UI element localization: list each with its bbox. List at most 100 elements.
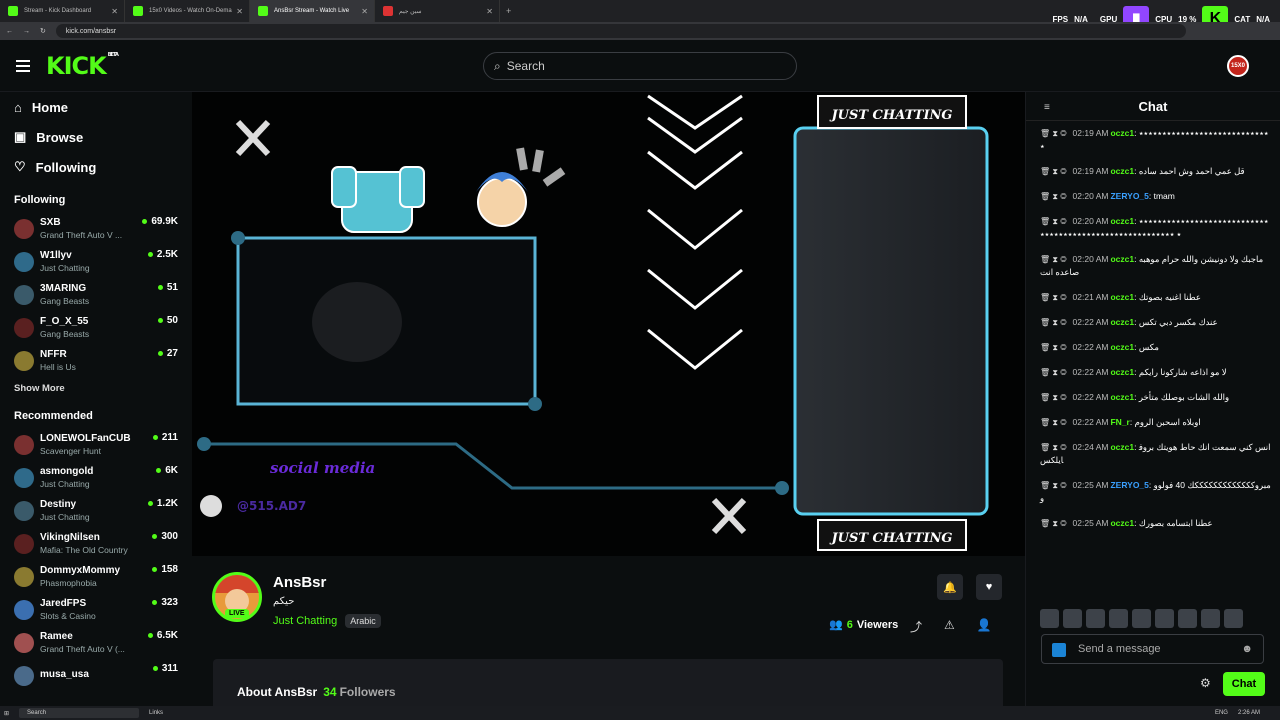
- nav-following[interactable]: ♡ Following: [14, 152, 192, 182]
- send-chat-button[interactable]: Chat: [1223, 672, 1265, 696]
- message-username[interactable]: oczc1: [1110, 317, 1134, 327]
- message-username[interactable]: oczc1: [1110, 442, 1134, 452]
- reload-icon[interactable]: ↻: [40, 27, 46, 35]
- sidebar-channel[interactable]: VikingNilsen Mafia: The Old Country 300: [14, 527, 192, 560]
- emote-icon[interactable]: [1063, 609, 1082, 628]
- chat-message[interactable]: 🗑 ⧗ ◎ 02:22 AM oczc1: مكس: [1040, 341, 1272, 354]
- browser-tab[interactable]: 15x0 Videos - Watch On-Dema ✕: [125, 0, 250, 22]
- share-icon[interactable]: ⤴: [910, 618, 922, 635]
- taskbar-search[interactable]: Search: [19, 708, 140, 718]
- add-user-icon[interactable]: 👤: [977, 618, 992, 635]
- emote-icon[interactable]: [1132, 609, 1151, 628]
- browser-tab[interactable]: سين جيم ✕: [375, 0, 500, 22]
- message-username[interactable]: ZERYO_5: [1110, 480, 1148, 490]
- chat-message[interactable]: 🗑 ⧗ ◎ 02:25 AM oczc1: عطنا ابتسامه بصورك: [1040, 517, 1272, 530]
- sidebar-channel[interactable]: musa_usa 311: [14, 659, 192, 692]
- moderation-icons[interactable]: 🗑 ⧗ ◎: [1040, 368, 1067, 377]
- nav-home[interactable]: ⌂ Home: [14, 92, 192, 122]
- show-more-link[interactable]: Show More: [14, 383, 192, 394]
- sidebar-channel[interactable]: JaredFPS Slots & Casino 323: [14, 593, 192, 626]
- nav-browse[interactable]: ▣ Browse: [14, 122, 192, 152]
- emote-icon[interactable]: [1224, 609, 1243, 628]
- emote-icon[interactable]: [1109, 609, 1128, 628]
- collapse-chat-icon[interactable]: ≡: [1044, 102, 1050, 113]
- message-username[interactable]: oczc1: [1110, 254, 1134, 264]
- search-input[interactable]: ⌕ Search: [483, 52, 797, 80]
- close-icon[interactable]: ✕: [111, 7, 118, 16]
- message-username[interactable]: oczc1: [1110, 128, 1134, 138]
- emoji-icon[interactable]: ☻: [1241, 643, 1253, 655]
- sidebar-channel[interactable]: SXB Grand Theft Auto V ... 69.9K: [14, 212, 192, 245]
- moderation-icons[interactable]: 🗑 ⧗ ◎: [1040, 481, 1067, 490]
- forward-icon[interactable]: →: [23, 28, 30, 35]
- message-username[interactable]: oczc1: [1110, 342, 1134, 352]
- close-icon[interactable]: ✕: [361, 7, 368, 16]
- close-icon[interactable]: ✕: [236, 7, 243, 16]
- chat-message[interactable]: 🗑 ⧗ ◎ 02:21 AM oczc1: عطنا اغنيه بصوتك: [1040, 291, 1272, 304]
- emote-icon[interactable]: [1086, 609, 1105, 628]
- video-player[interactable]: social media @515.AD7 JUST CHATTING JUST…: [192, 92, 1025, 556]
- taskbar-links[interactable]: Links: [149, 710, 163, 716]
- chat-message[interactable]: 🗑 ⧗ ◎ 02:22 AM oczc1: لا مو اذاعه شاركونا …: [1040, 366, 1272, 379]
- moderation-icons[interactable]: 🗑 ⧗ ◎: [1040, 129, 1067, 138]
- moderation-icons[interactable]: 🗑 ⧗ ◎: [1040, 293, 1067, 302]
- browser-tab[interactable]: Stream - Kick Dashboard ✕: [0, 0, 125, 22]
- moderation-icons[interactable]: 🗑 ⧗ ◎: [1040, 318, 1067, 327]
- close-icon[interactable]: ✕: [486, 7, 493, 16]
- url-field[interactable]: kick.com/ansbsr: [55, 24, 1186, 38]
- sidebar-channel[interactable]: Destiny Just Chatting 1.2K: [14, 494, 192, 527]
- emote-icon[interactable]: [1201, 609, 1220, 628]
- browser-tab-active[interactable]: AnsBsr Stream - Watch Live ✕: [250, 0, 375, 22]
- message-username[interactable]: ZERYO_5: [1110, 191, 1148, 201]
- channel-name[interactable]: AnsBsr: [273, 574, 326, 591]
- back-icon[interactable]: ←: [6, 28, 13, 35]
- moderation-icons[interactable]: 🗑 ⧗ ◎: [1040, 343, 1067, 352]
- chat-message[interactable]: 🗑 ⧗ ◎ 02:19 AM oczc1: قل عمي احمد وش احمد …: [1040, 165, 1272, 178]
- emote-icon[interactable]: [1040, 609, 1059, 628]
- chat-message[interactable]: 🗑 ⧗ ◎ 02:20 AM ZERYO_5: tmam: [1040, 190, 1272, 203]
- sidebar-channel[interactable]: DommyxMommy Phasmophobia 158: [14, 560, 192, 593]
- message-username[interactable]: oczc1: [1110, 392, 1134, 402]
- chat-messages[interactable]: 🗑 ⧗ ◎ 02:19 AM oczc1: ٭٭٭٭٭٭٭٭٭٭٭٭٭٭٭٭٭٭٭٭…: [1026, 121, 1280, 599]
- report-icon[interactable]: ⚠: [944, 618, 955, 635]
- stream-category-link[interactable]: Just Chatting: [273, 615, 337, 627]
- moderation-icons[interactable]: 🗑 ⧗ ◎: [1040, 167, 1067, 176]
- message-username[interactable]: oczc1: [1110, 518, 1134, 528]
- sidebar-channel[interactable]: asmongold Just Chatting 6K: [14, 461, 192, 494]
- follow-heart-icon[interactable]: ♥: [976, 574, 1002, 600]
- moderation-icons[interactable]: 🗑 ⧗ ◎: [1040, 393, 1067, 402]
- chat-message[interactable]: 🗑 ⧗ ◎ 02:24 AM oczc1: انس كني سمعت انك حاط…: [1040, 441, 1272, 467]
- menu-icon[interactable]: [16, 60, 30, 72]
- message-username[interactable]: oczc1: [1110, 292, 1134, 302]
- moderation-icons[interactable]: 🗑 ⧗ ◎: [1040, 519, 1067, 528]
- chat-message[interactable]: 🗑 ⧗ ◎ 02:25 AM ZERYO_5: مبروكككككككككككككك…: [1040, 479, 1272, 505]
- sidebar-channel[interactable]: NFFR Hell is Us 27: [14, 344, 192, 377]
- chat-input[interactable]: Send a message ☻: [1041, 634, 1264, 664]
- sidebar-channel[interactable]: 3MARING Gang Beasts 51: [14, 278, 192, 311]
- chat-message[interactable]: 🗑 ⧗ ◎ 02:22 AM oczc1: والله الشات بوصلك مت…: [1040, 391, 1272, 404]
- sidebar-channel[interactable]: F_O_X_55 Gang Beasts 50: [14, 311, 192, 344]
- chat-message[interactable]: 🗑 ⧗ ◎ 02:20 AM oczc1: ٭٭٭٭٭٭٭٭٭٭٭٭٭٭٭٭٭٭٭٭…: [1040, 215, 1272, 241]
- language-tag[interactable]: Arabic: [345, 614, 381, 628]
- message-username[interactable]: oczc1: [1110, 166, 1134, 176]
- message-username[interactable]: FN_r: [1110, 417, 1129, 427]
- chat-message[interactable]: 🗑 ⧗ ◎ 02:19 AM oczc1: ٭٭٭٭٭٭٭٭٭٭٭٭٭٭٭٭٭٭٭٭…: [1040, 127, 1272, 153]
- moderation-icons[interactable]: 🗑 ⧗ ◎: [1040, 255, 1067, 264]
- sidebar-channel[interactable]: Ramee Grand Theft Auto V (... 6.5K: [14, 626, 192, 659]
- chat-message[interactable]: 🗑 ⧗ ◎ 02:22 AM oczc1: عندك مكسر دبي تكس: [1040, 316, 1272, 329]
- moderation-icons[interactable]: 🗑 ⧗ ◎: [1040, 217, 1067, 226]
- moderation-icons[interactable]: 🗑 ⧗ ◎: [1040, 418, 1067, 427]
- sidebar-channel[interactable]: W1llyv Just Chatting 2.5K: [14, 245, 192, 278]
- windows-start-icon[interactable]: ⊞: [4, 710, 9, 717]
- message-username[interactable]: oczc1: [1110, 367, 1134, 377]
- moderation-icons[interactable]: 🗑 ⧗ ◎: [1040, 443, 1067, 452]
- user-avatar[interactable]: 15X0: [1227, 55, 1249, 77]
- chat-message[interactable]: 🗑 ⧗ ◎ 02:22 AM FN_r: اوبلاه اسحبن الروم: [1040, 416, 1272, 429]
- new-tab-icon[interactable]: +: [506, 6, 511, 16]
- emote-icon[interactable]: [1178, 609, 1197, 628]
- message-username[interactable]: oczc1: [1110, 216, 1134, 226]
- moderation-icons[interactable]: 🗑 ⧗ ◎: [1040, 192, 1067, 201]
- emote-icon[interactable]: [1155, 609, 1174, 628]
- sidebar-channel[interactable]: LONEWOLFanCUB Scavenger Hunt 211: [14, 428, 192, 461]
- kick-logo[interactable]: KICK BETA: [46, 52, 119, 80]
